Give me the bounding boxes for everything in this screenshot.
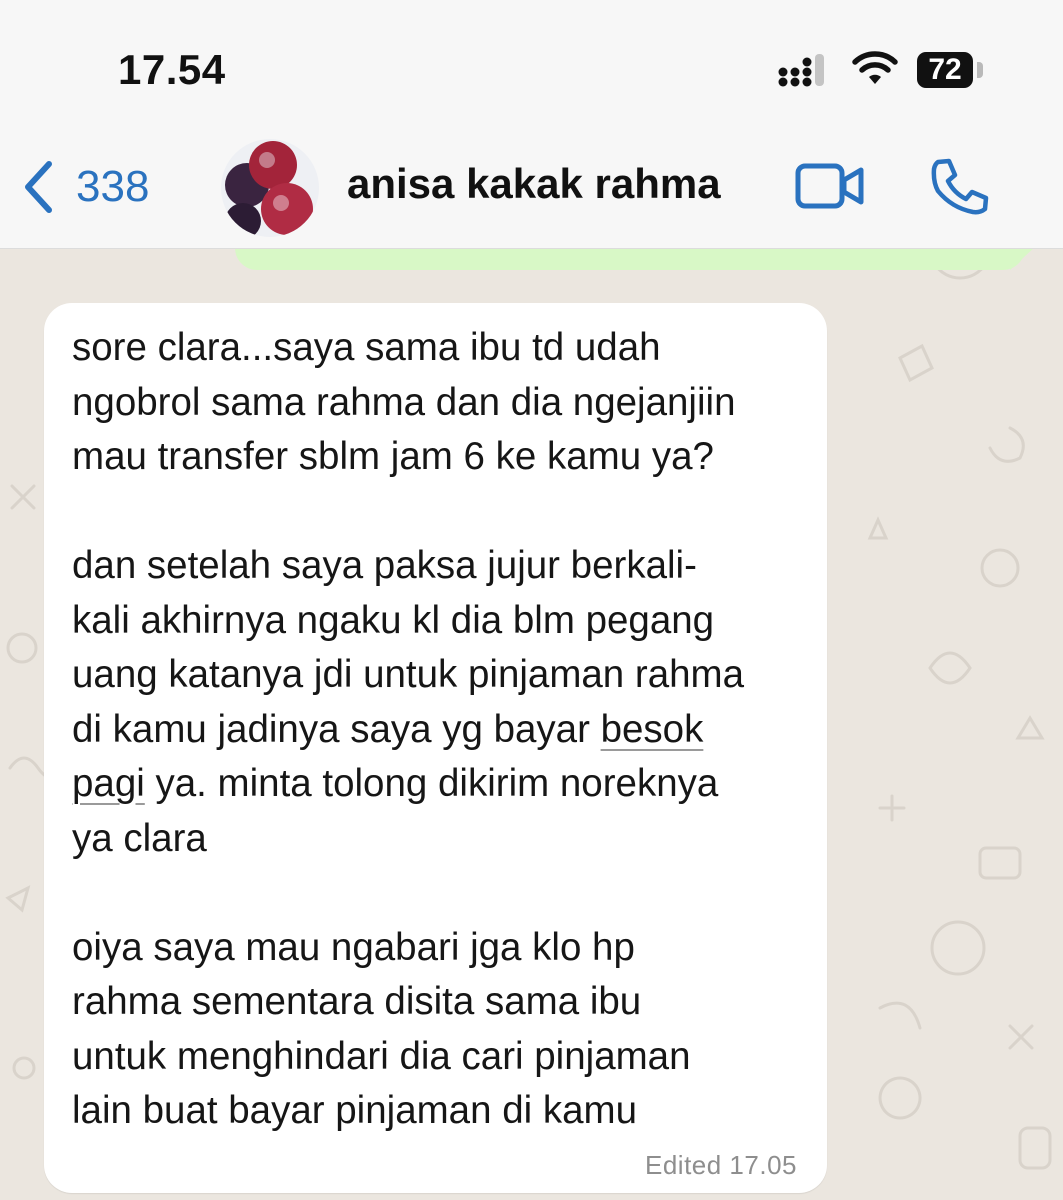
message-line: oiya saya mau ngabari jga klo hp [72, 925, 635, 969]
edited-timestamp: Edited 17.05 [644, 1150, 797, 1180]
back-button[interactable]: 338 [22, 160, 149, 214]
contact-name[interactable]: anisa kakak rahma [347, 160, 721, 208]
message-line: kali akhirnya ngaku kl dia blm pegang [72, 598, 715, 642]
message-line: ya clara [72, 816, 207, 860]
wifi-icon [852, 51, 898, 84]
message-blank-line [72, 866, 812, 921]
message-line: mau transfer sblm jam 6 ke kamu ya? [72, 435, 714, 478]
message-line: uang katanya jdi untuk pinjaman rahma [72, 653, 745, 696]
status-time: 17.54 [118, 46, 226, 93]
outgoing-bubble-tail [1010, 246, 1036, 270]
avatar[interactable] [221, 139, 319, 237]
cellular-signal-icon [778, 54, 824, 87]
back-chevron-icon [25, 161, 52, 213]
avatar-image [221, 139, 319, 237]
message-line: sore clara...saya sama ibu td udah [72, 326, 661, 369]
battery-tip [977, 62, 983, 78]
date-link[interactable]: pagi [72, 762, 145, 805]
unread-count: 338 [76, 162, 150, 211]
video-call-icon[interactable] [795, 162, 865, 210]
message-line: rahma sementara disita sama ibu [72, 980, 642, 1023]
incoming-message-bubble[interactable]: sore clara...saya sama ibu td udah ngobr… [44, 303, 827, 1193]
message-text-segment: di kamu jadinya saya yg bayar [72, 707, 601, 751]
phone-icon[interactable] [930, 157, 990, 215]
message-line: untuk menghindari dia cari pinjaman [72, 1034, 691, 1078]
message-text: sore clara...saya sama ibu td udah ngobr… [72, 321, 812, 1139]
message-line: pagi ya. minta tolong dikirim noreknya [72, 757, 812, 812]
message-line: lain buat bayar pinjaman di kamu [72, 1089, 637, 1132]
message-line: ngobrol sama rahma dan dia ngejanjiin [72, 380, 736, 424]
battery-level: 72 [928, 53, 962, 86]
chat-header: 17.54 72 338 anisa kakak rahma [0, 0, 1063, 249]
message-blank-line [72, 485, 812, 540]
message-text-segment: ya. minta tolong dikirim noreknya [144, 762, 719, 805]
message-line: dan setelah saya paksa jujur berkali- [72, 544, 697, 587]
message-line: di kamu jadinya saya yg bayar besok [72, 703, 812, 758]
date-link[interactable]: besok [601, 708, 704, 751]
battery-icon: 72 [917, 52, 973, 88]
